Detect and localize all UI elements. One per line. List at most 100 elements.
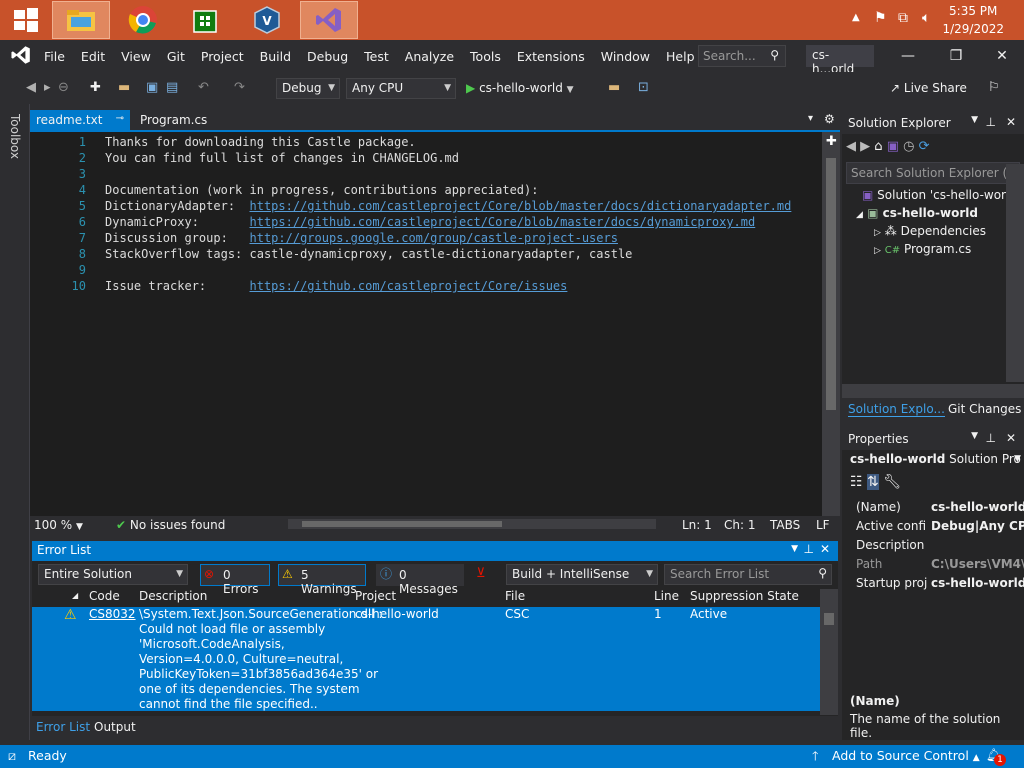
collapsed-icon[interactable]: ▷ (874, 246, 881, 256)
chevron-down-icon[interactable]: ▼ (791, 544, 798, 554)
issues-indicator[interactable]: ✔ No issues found (116, 518, 225, 532)
network-icon[interactable]: ⧉ (898, 10, 908, 26)
messages-filter-button[interactable]: ⓘ 0 Messages (376, 564, 464, 596)
error-list-scrollbar[interactable] (820, 589, 838, 715)
property-pages-icon[interactable]: 🔧︎ (883, 474, 901, 490)
menu-edit[interactable]: Edit (73, 49, 113, 64)
errors-filter-button[interactable]: ⊗ 0 Errors (200, 564, 270, 596)
open-folder-icon[interactable]: ▬ (118, 78, 130, 98)
close-icon[interactable]: ✕ (1006, 115, 1016, 129)
view-icon[interactable]: ⊡ (638, 78, 649, 98)
column-description[interactable]: Description (139, 589, 207, 607)
switch-views-icon[interactable]: ▣ (887, 139, 899, 154)
run-button[interactable]: ▶ cs-hello-world ▼ (466, 78, 574, 98)
close-icon[interactable]: ✕ (820, 542, 830, 556)
tray-expand-icon[interactable]: ▲ (852, 12, 860, 23)
close-icon[interactable]: ✕ (988, 44, 1016, 68)
tab-error-list[interactable]: Error List (36, 720, 90, 734)
settings-icon[interactable]: ⚙ (824, 112, 835, 126)
new-project-icon[interactable]: ✚ (90, 78, 101, 98)
editor-horizontal-scrollbar[interactable] (288, 519, 656, 529)
split-icon[interactable]: ✚ (826, 134, 837, 149)
menu-git[interactable]: Git (159, 49, 193, 64)
microsoft-store-icon[interactable] (176, 1, 234, 39)
config-select[interactable]: Debug ▼ (276, 78, 340, 99)
column-line[interactable]: Line (654, 589, 679, 607)
tree-project[interactable]: ◢ ▣ cs-hello-world (856, 206, 978, 220)
prop-row-description[interactable]: Description (856, 538, 1024, 557)
restore-icon[interactable]: ❐ (942, 44, 970, 68)
expand-icon[interactable]: ◢ (856, 210, 863, 220)
tab-dropdown-icon[interactable]: ▾ (808, 113, 813, 124)
code-link[interactable]: https://github.com/castleproject/Core/is… (250, 279, 568, 293)
chevron-down-icon[interactable]: ▼ (971, 431, 978, 441)
tree-solution[interactable]: ▣ Solution 'cs-hello-world' ( (862, 188, 1024, 202)
scrollbar-thumb[interactable] (824, 613, 834, 625)
platform-select[interactable]: Any CPU ▼ (346, 78, 456, 99)
pin-icon[interactable]: ⊸ (116, 113, 124, 124)
error-search-input[interactable]: Search Error List ⚲ (664, 564, 832, 585)
refresh-icon[interactable]: ⟳ (919, 139, 930, 154)
solution-search-input[interactable]: Search Solution Explorer (⚲ (846, 162, 1020, 184)
table-row[interactable]: ⚠ CS8032 \System.Text.Json.SourceGenerat… (32, 607, 820, 711)
pin-icon[interactable]: ⊥ (804, 542, 814, 556)
source-control-button[interactable]: Add to Source Control ▲ (832, 748, 980, 763)
menu-window[interactable]: Window (593, 49, 658, 64)
error-code-link[interactable]: CS8032 (89, 607, 136, 621)
solution-vertical-scrollbar[interactable] (1006, 164, 1024, 382)
windows-start-icon[interactable] (0, 1, 52, 39)
menu-tools[interactable]: Tools (462, 49, 509, 64)
close-icon[interactable]: ✕ (1006, 431, 1016, 445)
column-project[interactable]: Project (355, 589, 396, 607)
feedback-icon[interactable]: ⚐ (988, 78, 1000, 98)
forward-icon[interactable]: ▸ (44, 78, 51, 98)
visual-studio-icon[interactable] (300, 1, 358, 39)
prop-row-name[interactable]: (Name) cs-hello-world (856, 500, 1024, 519)
scope-select[interactable]: Entire Solution ▼ (38, 564, 188, 585)
minimize-icon[interactable]: — (894, 44, 922, 68)
pin-icon[interactable]: ⊥ (986, 431, 996, 445)
tab-program[interactable]: Program.cs (134, 110, 224, 132)
prop-row-startup[interactable]: Startup proj cs-hello-world (856, 576, 1024, 595)
live-share-button[interactable]: ↗ Live Share (890, 78, 967, 98)
warnings-filter-button[interactable]: ⚠ 5 Warnings (278, 564, 366, 596)
back-icon[interactable]: ◀ (846, 139, 856, 154)
collapsed-icon[interactable]: ▷ (874, 228, 881, 238)
alphabetical-icon[interactable]: ⇅ (867, 474, 879, 490)
scrollbar-thumb[interactable] (302, 521, 502, 527)
code-link[interactable]: https://github.com/castleproject/Core/bl… (250, 199, 792, 213)
menu-build[interactable]: Build (252, 49, 299, 64)
column-file[interactable]: File (505, 589, 525, 607)
tabs-indicator[interactable]: TABS (770, 518, 800, 532)
undo-icon[interactable]: ↶ (198, 78, 209, 98)
solution-horizontal-scrollbar[interactable] (842, 384, 1024, 398)
tab-output[interactable]: Output (94, 720, 136, 734)
toolbox-strip[interactable]: Toolbox (0, 104, 30, 740)
menu-project[interactable]: Project (193, 49, 252, 64)
code-link[interactable]: https://github.com/castleproject/Core/bl… (250, 215, 756, 229)
menu-help[interactable]: Help (658, 49, 703, 64)
prop-row-path[interactable]: Path C:\Users\VM4\s (856, 557, 1024, 576)
tab-solution-explorer[interactable]: Solution Explo... (848, 402, 945, 417)
tab-readme[interactable]: readme.txt ⊸ (30, 110, 130, 132)
file-explorer-icon[interactable] (52, 1, 110, 39)
editor-vertical-scrollbar[interactable]: ✚ (822, 132, 840, 516)
volume-mute-icon[interactable]: 🔈︎ (922, 10, 930, 26)
menu-test[interactable]: Test (356, 49, 397, 64)
menu-analyze[interactable]: Analyze (397, 49, 462, 64)
folder-icon[interactable]: ▬ (608, 78, 620, 98)
tree-dependencies[interactable]: ▷ ⁂ Dependencies (874, 224, 986, 238)
clock[interactable]: 5:35 PM 1/29/2022 (942, 2, 1004, 38)
menu-view[interactable]: View (113, 49, 159, 64)
tree-program[interactable]: ▷ C# Program.cs (874, 242, 971, 256)
chevron-down-icon[interactable]: ▼ (971, 115, 978, 125)
back-icon[interactable]: ◀ (26, 78, 36, 98)
eol-indicator[interactable]: LF (816, 518, 830, 532)
nav-forward-icon[interactable]: ⊖ (58, 78, 69, 98)
save-all-icon[interactable]: ▤ (166, 78, 178, 98)
history-icon[interactable]: ◷ (903, 139, 914, 154)
column-suppression-state[interactable]: Suppression State (690, 589, 799, 607)
properties-object-select[interactable]: cs-hello-world Solution Pro ▼ (850, 452, 1021, 466)
menu-debug[interactable]: Debug (299, 49, 356, 64)
zoom-select[interactable]: 100 % ▼ (34, 518, 83, 532)
